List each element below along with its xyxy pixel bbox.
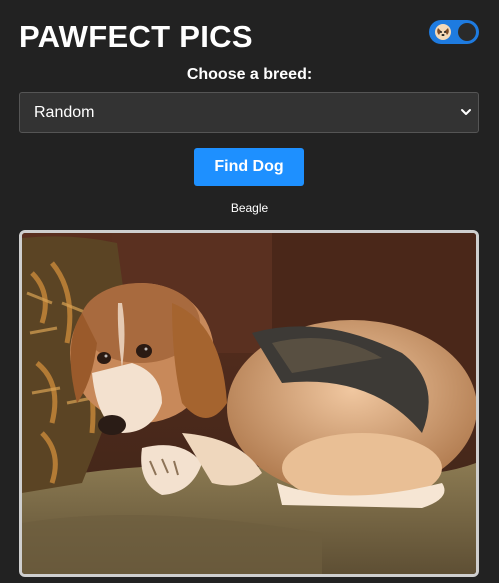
breed-select[interactable]: Random [19, 92, 479, 133]
header: PAWFECT PICS [0, 0, 499, 62]
app-title: PAWFECT PICS [19, 19, 253, 54]
toggle-knob [458, 23, 476, 41]
beagle-photo-illustration [22, 233, 476, 574]
find-dog-button[interactable]: Find Dog [194, 148, 304, 186]
breed-result-label: Beagle [230, 201, 269, 215]
breed-label: Choose a breed: [186, 66, 313, 83]
dog-photo [19, 230, 479, 577]
moon-dog-icon [435, 24, 451, 40]
theme-toggle[interactable] [429, 20, 479, 44]
breed-select-wrapper: Random [19, 92, 479, 133]
